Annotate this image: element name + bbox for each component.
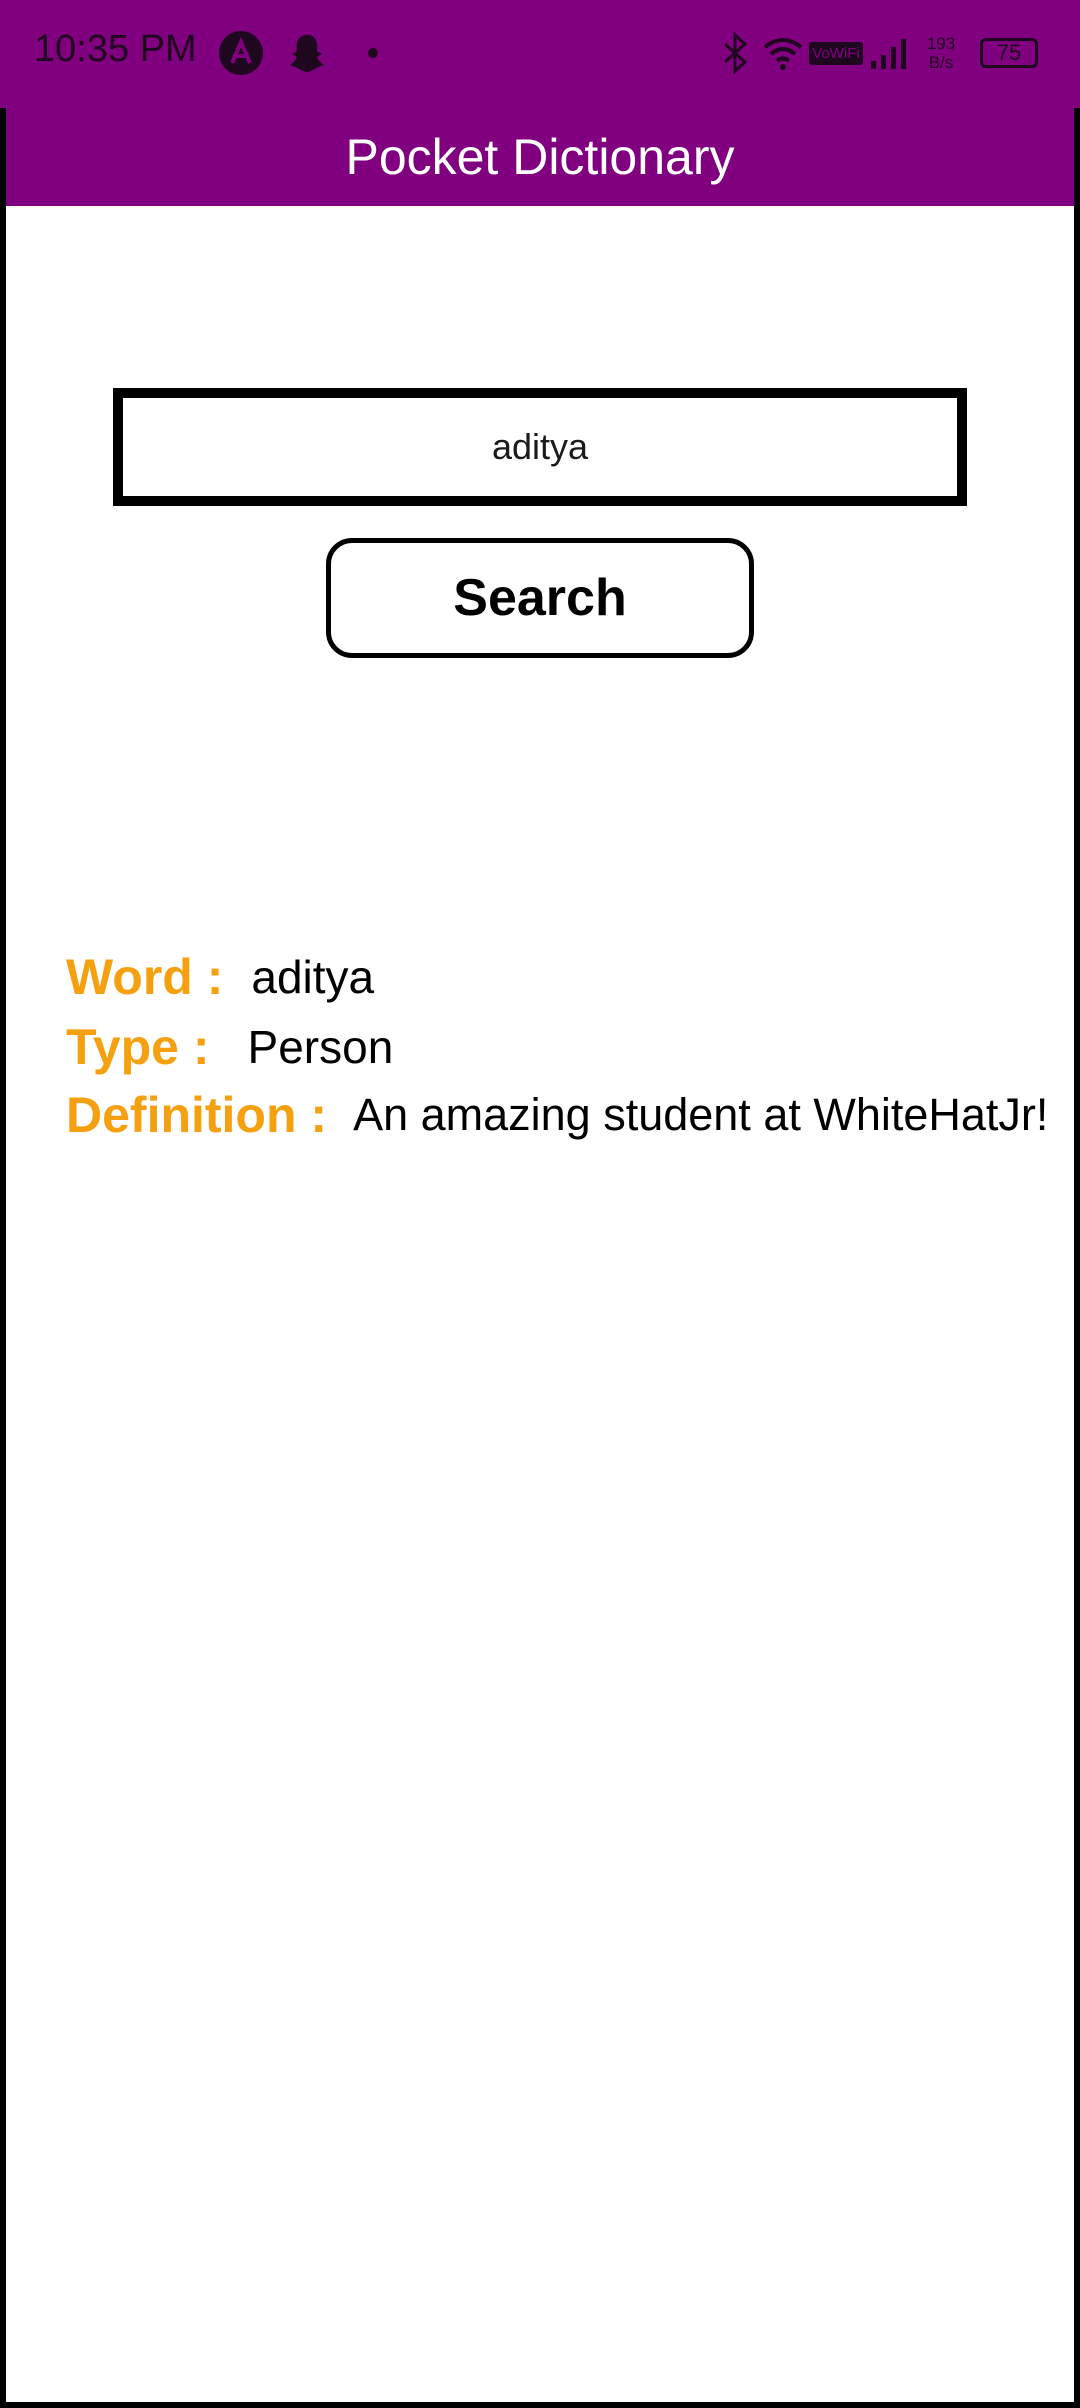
data-speed-value: 193 (926, 34, 956, 53)
vowifi-icon: VoWiFi (809, 30, 863, 76)
app-bar: Pocket Dictionary (6, 108, 1074, 206)
wifi-icon (760, 30, 806, 76)
main-content: Search Word : aditya Type : Person Defin… (6, 206, 1074, 2402)
type-row: Type : Person (66, 1012, 393, 1082)
signal-icon (866, 30, 912, 76)
battery-level: 75 (980, 38, 1038, 68)
word-value: aditya (251, 951, 375, 1003)
definition-label: Definition : (66, 1087, 328, 1143)
app-screen: 10:35 PM VoWiFi 193 B/s 75 Pocket Dictio… (0, 0, 1080, 2408)
battery-icon: 75 (974, 30, 1044, 76)
definition-value: An amazing student at WhiteHatJr! (353, 1089, 1049, 1140)
dot-icon (350, 30, 396, 76)
snapchat-icon (284, 30, 330, 76)
definition-row: Definition : An amazing student at White… (66, 1080, 1048, 1150)
type-label: Type : (66, 1019, 210, 1075)
type-value: Person (247, 1021, 394, 1073)
word-row: Word : aditya (66, 942, 374, 1012)
status-time: 10:35 PM (34, 28, 197, 70)
a-app-icon (218, 30, 264, 76)
search-button[interactable]: Search (326, 538, 754, 658)
search-input[interactable] (113, 388, 967, 506)
word-label: Word : (66, 949, 224, 1005)
vowifi-label: VoWiFi (809, 41, 863, 65)
app-title: Pocket Dictionary (345, 129, 735, 185)
data-speed: 193 B/s (918, 30, 964, 76)
data-speed-unit: B/s (928, 53, 954, 72)
status-bar: 10:35 PM VoWiFi 193 B/s 75 (0, 0, 1080, 108)
bluetooth-icon (712, 30, 758, 76)
